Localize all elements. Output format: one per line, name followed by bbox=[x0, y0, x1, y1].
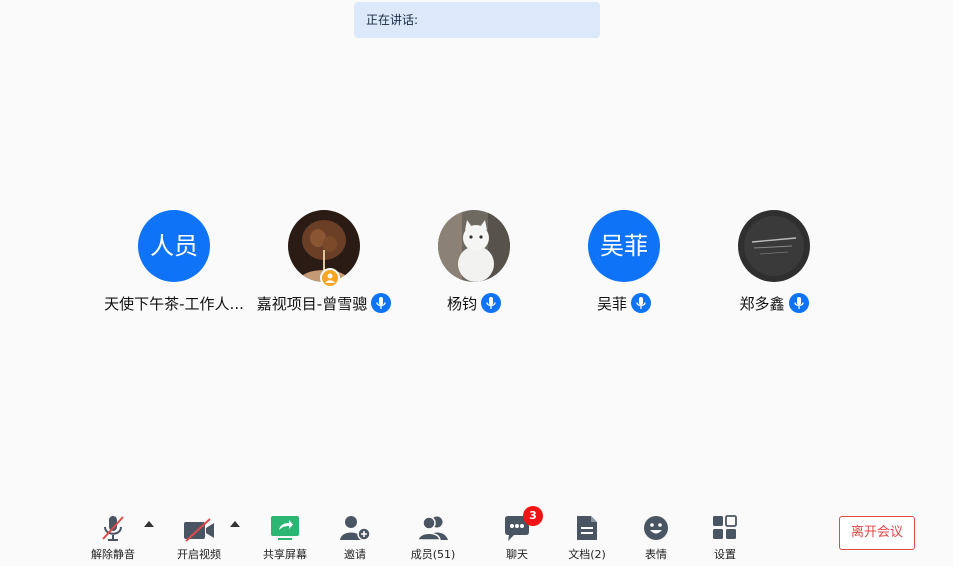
start-video-label: 开启视频 bbox=[177, 548, 221, 561]
speaking-indicator: 正在讲话: bbox=[354, 2, 600, 38]
share-screen-button[interactable]: 共享屏幕 bbox=[250, 506, 320, 562]
mic-on-icon bbox=[631, 293, 651, 313]
chat-label: 聊天 bbox=[506, 548, 528, 561]
docs-label: 文档(2) bbox=[568, 548, 606, 561]
settings-button[interactable]: 设置 bbox=[690, 506, 760, 562]
settings-label: 设置 bbox=[714, 548, 736, 561]
add-user-icon bbox=[340, 516, 371, 541]
avatar: 人员 bbox=[138, 210, 210, 282]
invite-button[interactable]: 邀请 bbox=[320, 506, 390, 562]
start-video-button[interactable]: 开启视频 bbox=[164, 506, 234, 562]
mic-muted-icon bbox=[102, 516, 124, 541]
avatar-photo bbox=[738, 210, 810, 282]
avatar-initials: 吴菲 bbox=[600, 232, 648, 260]
audio-options-caret-icon[interactable] bbox=[144, 521, 154, 527]
speaking-label: 正在讲话: bbox=[366, 13, 419, 27]
members-icon bbox=[417, 516, 448, 541]
participant-name: 吴菲 bbox=[596, 294, 627, 313]
participant-name: 嘉视项目-曾雪骢 bbox=[256, 294, 368, 313]
emoji-label: 表情 bbox=[645, 548, 667, 561]
participant-list: 人员 天使下午茶-工作人... 嘉视项目-曾雪骢 杨钧 吴菲 吴菲 郑多鑫 bbox=[0, 210, 953, 320]
chat-button[interactable]: 3 聊天 bbox=[482, 506, 552, 562]
participant-name: 郑多鑫 bbox=[739, 294, 785, 313]
avatar-initials: 人员 bbox=[150, 232, 198, 260]
video-options-caret-icon[interactable] bbox=[230, 521, 240, 527]
emoji-button[interactable]: 表情 bbox=[621, 506, 691, 562]
unmute-label: 解除静音 bbox=[91, 548, 135, 561]
avatar bbox=[288, 210, 360, 288]
share-screen-label: 共享屏幕 bbox=[263, 548, 307, 561]
docs-button[interactable]: 文档(2) bbox=[552, 506, 622, 562]
avatar: 吴菲 bbox=[588, 210, 660, 282]
smiley-icon bbox=[644, 516, 668, 540]
mic-on-icon bbox=[481, 293, 501, 313]
unmute-button[interactable]: 解除静音 bbox=[78, 506, 148, 562]
host-icon bbox=[320, 268, 340, 288]
leave-meeting-label: 离开会议 bbox=[850, 525, 903, 540]
avatar bbox=[738, 210, 810, 282]
document-icon bbox=[577, 516, 597, 540]
members-label: 成员(51) bbox=[410, 548, 456, 561]
members-button[interactable]: 成员(51) bbox=[398, 506, 468, 562]
meeting-toolbar: 解除静音 开启视频 共享屏幕 邀请 成员(51) 3 聊天 文档(2) 表情 设… bbox=[0, 506, 953, 566]
leave-meeting-button[interactable]: 离开会议 bbox=[839, 516, 915, 550]
avatar bbox=[438, 210, 510, 282]
mic-on-icon bbox=[788, 293, 809, 313]
share-screen-icon bbox=[271, 516, 299, 540]
video-off-icon bbox=[184, 518, 214, 542]
avatar-photo bbox=[438, 210, 510, 282]
grid-settings-icon bbox=[713, 515, 737, 539]
chat-unread-badge: 3 bbox=[523, 506, 543, 526]
participant-tile[interactable]: 郑多鑫 bbox=[684, 210, 864, 314]
participant-name: 杨钧 bbox=[446, 294, 477, 313]
participant-name: 天使下午茶-工作人... bbox=[104, 294, 244, 313]
invite-label: 邀请 bbox=[344, 548, 366, 561]
